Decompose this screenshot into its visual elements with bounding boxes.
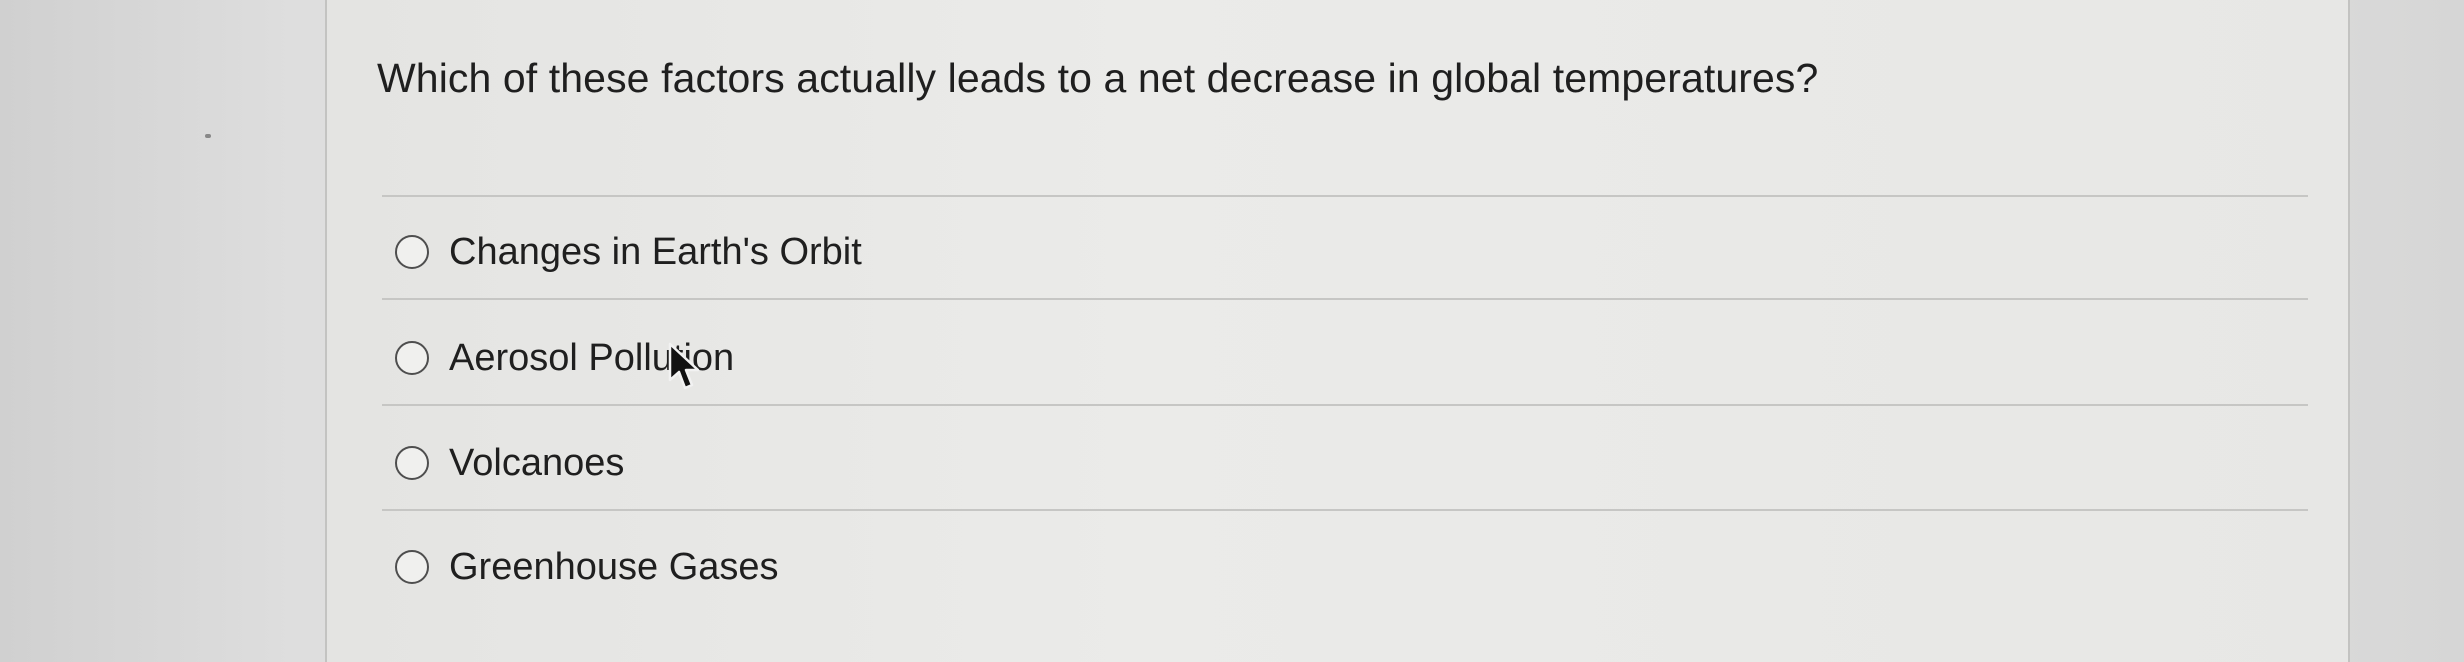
mouse-pointer-icon xyxy=(668,342,700,390)
question-divider xyxy=(382,195,2308,197)
choice-divider xyxy=(382,298,2308,300)
question-text: Which of these factors actually leads to… xyxy=(377,55,1819,101)
choice-divider xyxy=(382,404,2308,406)
choice-option-3[interactable]: Volcanoes xyxy=(395,433,624,493)
question-card: Which of these factors actually leads to… xyxy=(325,0,2350,662)
radio-button-icon[interactable] xyxy=(395,446,429,480)
dust-mark xyxy=(205,134,211,138)
radio-button-icon[interactable] xyxy=(395,341,429,375)
choice-label: Changes in Earth's Orbit xyxy=(449,230,862,273)
choice-label: Greenhouse Gases xyxy=(449,545,779,588)
choice-option-4[interactable]: Greenhouse Gases xyxy=(395,537,779,597)
choice-divider xyxy=(382,509,2308,511)
radio-button-icon[interactable] xyxy=(395,550,429,584)
choice-option-1[interactable]: Changes in Earth's Orbit xyxy=(395,222,862,282)
radio-button-icon[interactable] xyxy=(395,235,429,269)
choice-label: Volcanoes xyxy=(449,441,625,484)
screen: Which of these factors actually leads to… xyxy=(0,0,2464,662)
